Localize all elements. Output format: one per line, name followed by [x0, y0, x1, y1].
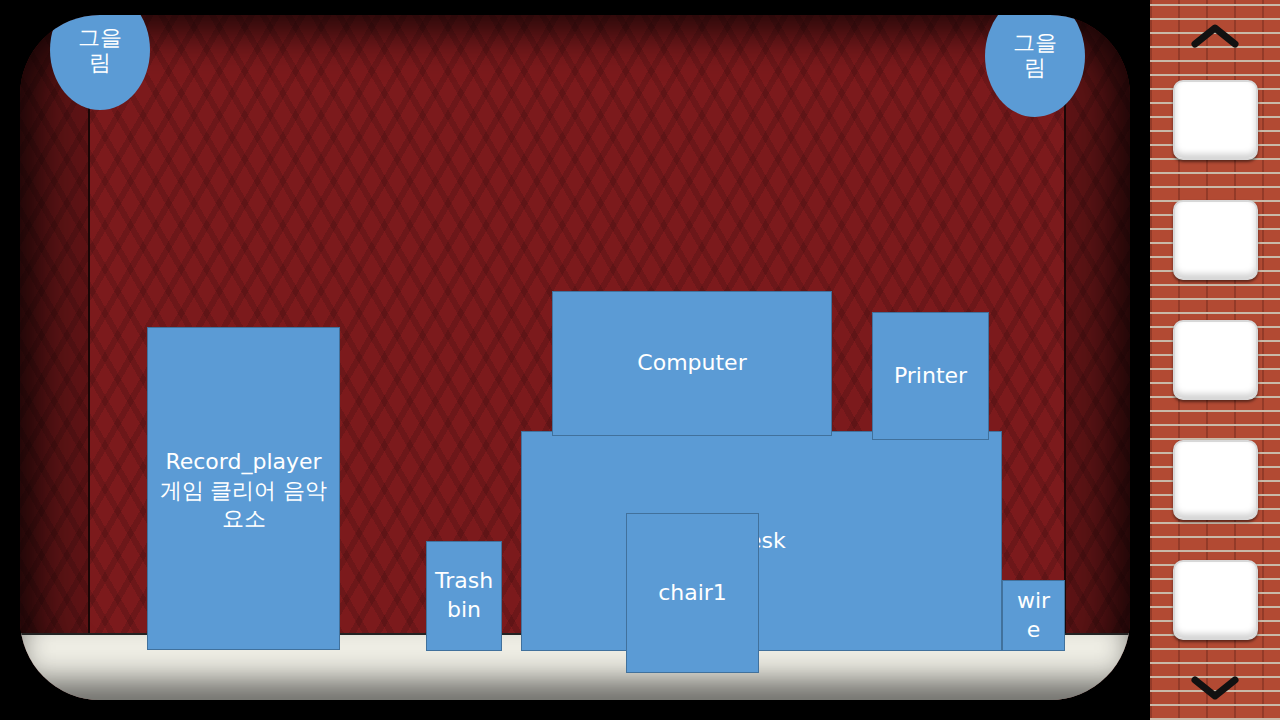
wire[interactable]: wire	[1002, 580, 1065, 651]
trash-bin[interactable]: Trash bin	[426, 541, 502, 651]
inventory-slots	[1173, 80, 1258, 640]
scroll-down-icon[interactable]	[1189, 676, 1241, 702]
inventory-slot[interactable]	[1173, 560, 1258, 640]
printer[interactable]: Printer	[872, 312, 989, 440]
scroll-up-icon[interactable]	[1189, 22, 1241, 48]
chair[interactable]: chair1	[626, 513, 759, 673]
right-wall	[1064, 15, 1130, 645]
computer[interactable]: Computer	[552, 291, 832, 436]
inventory-slot[interactable]	[1173, 80, 1258, 160]
inventory-slot[interactable]	[1173, 200, 1258, 280]
room: 그을림그을림Record_player 게임 클리어 음악요소Trash bin…	[20, 15, 1130, 700]
inventory-bar	[1150, 0, 1280, 720]
record-player[interactable]: Record_player 게임 클리어 음악요소	[147, 327, 340, 650]
left-wall	[20, 15, 90, 635]
desk[interactable]: esk	[521, 431, 1002, 651]
scene: 그을림그을림Record_player 게임 클리어 음악요소Trash bin…	[0, 0, 1150, 720]
inventory-slot[interactable]	[1173, 440, 1258, 520]
inventory-slot[interactable]	[1173, 320, 1258, 400]
game-screen: 그을림그을림Record_player 게임 클리어 음악요소Trash bin…	[0, 0, 1280, 720]
